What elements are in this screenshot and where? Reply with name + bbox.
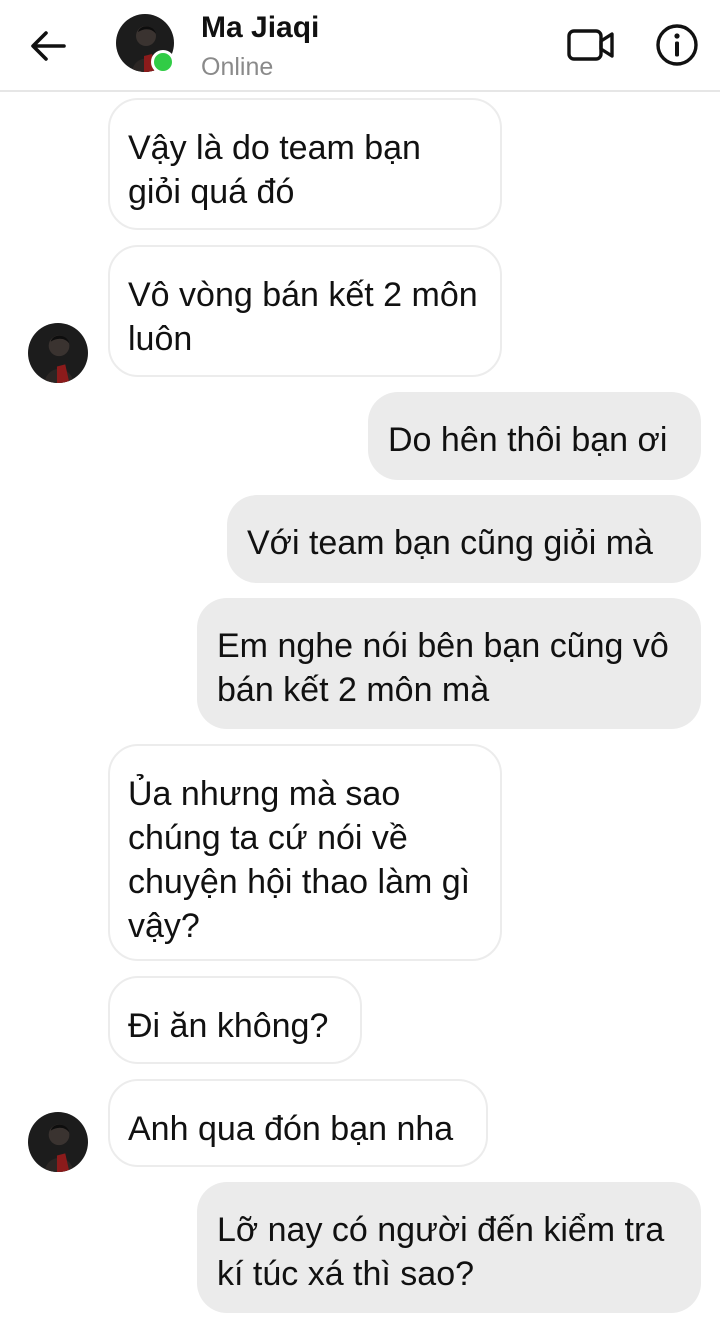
back-arrow-icon[interactable]	[26, 24, 70, 68]
incoming-message[interactable]: Ủa nhưng mà sao chúng ta cứ nói về chuyệ…	[108, 744, 502, 961]
sender-avatar[interactable]	[28, 1112, 88, 1172]
outgoing-message[interactable]: Do hên thôi bạn ơi	[368, 392, 701, 480]
incoming-message[interactable]: Vậy là do team bạn giỏi quá đó	[108, 98, 502, 230]
contact-status: Online	[201, 53, 274, 81]
incoming-message[interactable]: Vô vòng bán kết 2 môn luôn	[108, 245, 502, 377]
info-icon[interactable]	[654, 22, 700, 68]
chat-header: Ma Jiaqi Online	[0, 0, 720, 92]
outgoing-message[interactable]: Em nghe nói bên bạn cũng vô bán kết 2 mô…	[197, 598, 701, 729]
sender-avatar[interactable]	[28, 323, 88, 383]
incoming-message[interactable]: Đi ăn không?	[108, 976, 362, 1064]
video-call-icon[interactable]	[566, 25, 616, 65]
online-status-dot	[151, 50, 175, 74]
outgoing-message[interactable]: Với team bạn cũng giỏi mà	[227, 495, 701, 583]
contact-name[interactable]: Ma Jiaqi	[201, 11, 319, 45]
outgoing-message[interactable]: Lỡ nay có người đến kiểm tra kí túc xá t…	[197, 1182, 701, 1313]
incoming-message[interactable]: Anh qua đón bạn nha	[108, 1079, 488, 1167]
